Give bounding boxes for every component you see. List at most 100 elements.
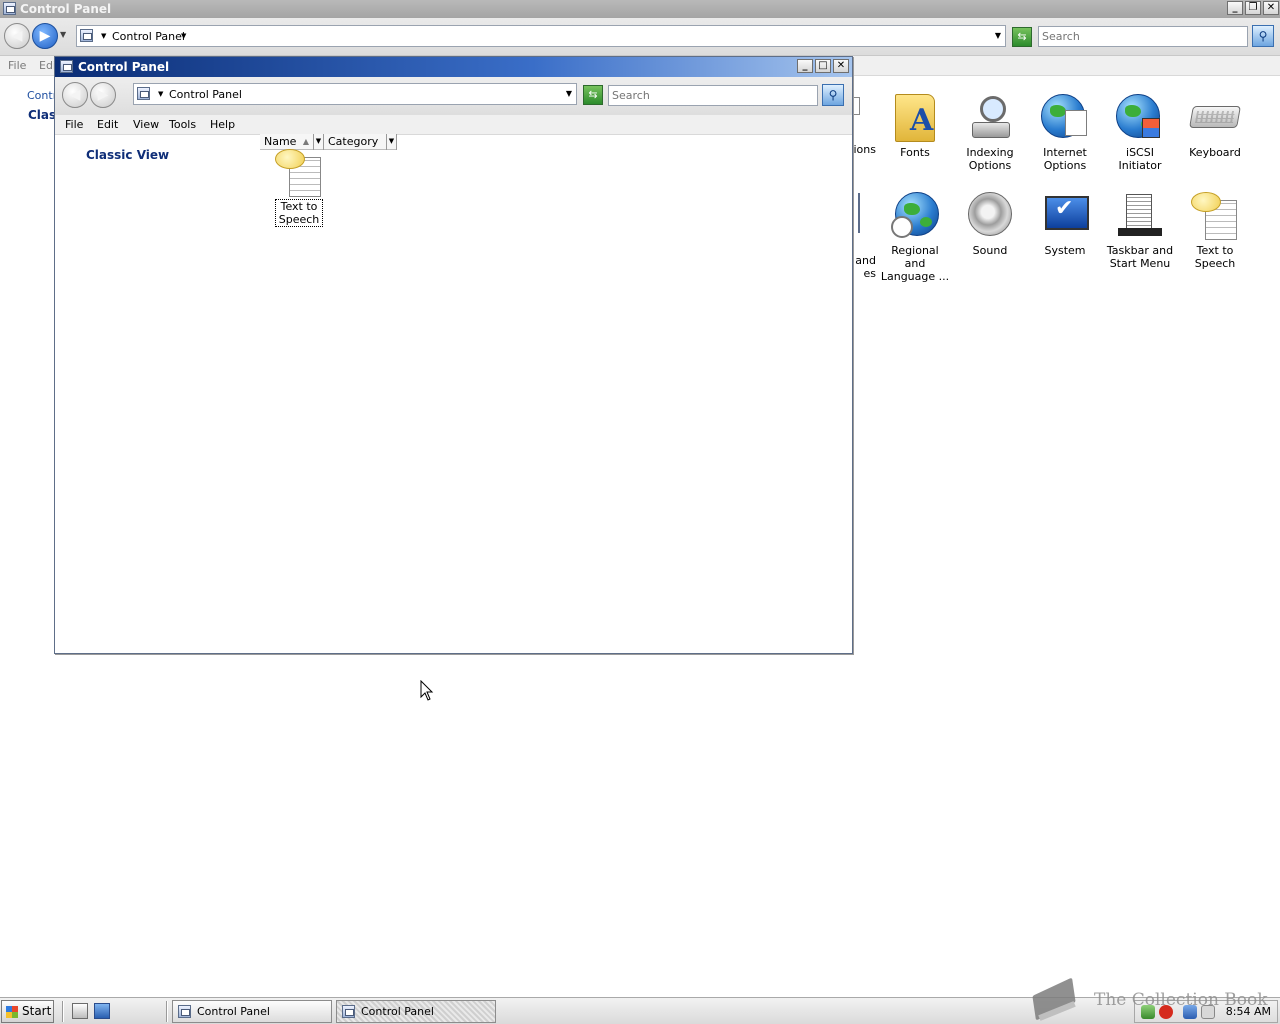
fonts-folder-icon xyxy=(895,94,935,142)
text-to-speech-icon xyxy=(275,149,323,199)
control-panel-icon xyxy=(342,1005,355,1018)
foreground-address-text[interactable]: Control Panel xyxy=(169,88,242,101)
menu-help[interactable]: Help xyxy=(210,118,235,131)
foreground-caption-buttons: _ □ ✕ xyxy=(797,59,849,73)
book-icon xyxy=(1030,980,1080,1020)
close-button[interactable]: ✕ xyxy=(833,59,849,73)
iscsi-initiator-icon xyxy=(1116,94,1164,142)
cp-item-text-to-speech[interactable]: Text to Speech xyxy=(1180,192,1250,270)
foreground-left-pane: Classic View xyxy=(55,136,257,652)
breadcrumb-arrow-icon[interactable]: ▼ xyxy=(101,32,106,40)
breadcrumb-chevron-icon[interactable]: ▼ xyxy=(181,32,186,40)
taskbar-separator xyxy=(166,1001,168,1022)
control-panel-icon xyxy=(60,60,73,73)
control-panel-icon xyxy=(137,87,150,100)
cp-item-taskbar-start-menu[interactable]: Taskbar and Start Menu xyxy=(1105,192,1175,270)
taskbar-button-label: Control Panel xyxy=(197,1005,270,1018)
sound-icon xyxy=(966,192,1014,240)
regional-language-icon xyxy=(891,192,939,240)
cp-item-indexing-options[interactable]: Indexing Options xyxy=(955,94,1025,172)
sort-ascending-icon: ▲ xyxy=(302,137,309,146)
internet-options-icon xyxy=(1041,94,1089,142)
background-address-box[interactable]: ▼ Control Panel ▼ ▼ xyxy=(76,25,1006,47)
speaker-icon xyxy=(968,192,1012,236)
watermark: The Collection Book xyxy=(1030,975,1268,1024)
taskbar-start-menu-icon xyxy=(1116,192,1164,240)
search-icon[interactable]: ⚲ xyxy=(1252,25,1274,47)
foreground-menu-bar: File Edit View Tools Help xyxy=(55,115,852,135)
start-button[interactable]: Start xyxy=(1,1000,54,1023)
classic-view-link[interactable]: Classic View xyxy=(86,148,169,162)
breadcrumb-arrow-icon[interactable]: ▼ xyxy=(158,90,163,98)
recent-pages-dropdown-icon[interactable]: ▼ xyxy=(60,30,66,39)
cp-item-regional-language[interactable]: Regional and Language ... xyxy=(880,192,950,283)
foreground-title-bar[interactable]: Control Panel _ □ ✕ xyxy=(55,57,852,77)
address-dropdown-icon[interactable]: ▼ xyxy=(566,89,572,98)
taskbar-button-control-panel[interactable]: Control Panel xyxy=(172,1000,332,1023)
show-desktop-icon[interactable] xyxy=(94,1003,110,1019)
back-button[interactable]: ◀ xyxy=(4,23,30,49)
control-panel-home-link[interactable]: Contr xyxy=(27,89,57,102)
cp-item-internet-options[interactable]: Internet Options xyxy=(1030,94,1100,172)
menu-file[interactable]: File xyxy=(8,59,26,72)
cp-item-label: Fonts xyxy=(900,146,930,159)
background-address-bar: ◀ ▶ ▼ ▼ Control Panel ▼ ▼ ⇆ ⚲ xyxy=(0,18,1280,56)
minimize-button[interactable]: _ xyxy=(797,59,813,73)
column-header-category-label: Category xyxy=(328,135,379,148)
column-header-category[interactable]: Category xyxy=(324,134,387,150)
address-dropdown-icon[interactable]: ▼ xyxy=(995,31,1001,40)
close-button[interactable]: ✕ xyxy=(1263,1,1279,15)
cp-item-iscsi-initiator[interactable]: iSCSI Initiator xyxy=(1105,94,1175,172)
background-title-bar[interactable]: Control Panel _ ❐ ✕ xyxy=(0,0,1280,18)
cp-item-label: Text to Speech xyxy=(275,199,323,227)
server-manager-icon[interactable] xyxy=(72,1003,88,1019)
cp-item-label: Taskbar and Start Menu xyxy=(1106,244,1174,270)
cp-item-label: and es xyxy=(855,254,876,280)
menu-file[interactable]: File xyxy=(65,118,83,131)
foreground-address-box[interactable]: ▼ Control Panel ▼ xyxy=(133,83,577,105)
minimize-button[interactable]: _ xyxy=(1227,1,1243,15)
background-search-input[interactable] xyxy=(1038,26,1248,47)
back-button[interactable]: ◀ xyxy=(62,82,88,108)
forward-button[interactable]: ▶ xyxy=(90,82,116,108)
taskbar-button-control-panel-active[interactable]: Control Panel xyxy=(336,1000,496,1023)
background-left-pane: Contr Class xyxy=(0,76,63,276)
keyboard-shape xyxy=(1189,106,1241,128)
menu-edit[interactable]: Edit xyxy=(97,118,118,131)
foreground-window: Control Panel _ □ ✕ ◀ ▶ ▼ Control Panel … xyxy=(54,56,853,654)
foreground-search-input[interactable] xyxy=(608,85,818,106)
search-icon[interactable]: ⚲ xyxy=(822,84,844,106)
restore-button[interactable]: ❐ xyxy=(1245,1,1261,15)
control-panel-icon xyxy=(80,29,93,42)
background-address-text[interactable]: Control Panel xyxy=(112,30,185,43)
background-window-title: Control Panel xyxy=(20,2,112,16)
refresh-go-icon[interactable]: ⇆ xyxy=(1012,27,1032,47)
cp-item-label: Text to Speech xyxy=(1194,244,1236,270)
taskbar-button-label: Control Panel xyxy=(361,1005,434,1018)
partial-icon xyxy=(852,193,860,233)
system-icon xyxy=(1041,192,1089,240)
column-header-name-label: Name xyxy=(264,135,297,148)
background-caption-buttons: _ ❐ ✕ xyxy=(1227,1,1279,15)
shield-icon xyxy=(1142,118,1160,138)
maximize-button[interactable]: □ xyxy=(815,59,831,73)
cp-item-label: Internet Options xyxy=(1043,146,1087,172)
cp-item-fonts[interactable]: Fonts xyxy=(880,94,950,159)
menu-view[interactable]: View xyxy=(133,118,159,131)
column-filter-dropdown-icon[interactable]: ▼ xyxy=(314,134,324,150)
cp-item-text-to-speech[interactable]: Text to Speech xyxy=(275,149,323,227)
column-filter-dropdown-icon[interactable]: ▼ xyxy=(387,134,397,150)
cp-item-label: iSCSI Initiator xyxy=(1118,146,1162,172)
foreground-address-bar: ◀ ▶ ▼ Control Panel ▼ ⇆ ⚲ xyxy=(55,77,852,115)
cp-item-sound[interactable]: Sound xyxy=(955,192,1025,257)
menu-tools[interactable]: Tools xyxy=(169,118,196,131)
forward-button[interactable]: ▶ xyxy=(32,23,58,49)
cp-item-label: tions xyxy=(849,143,876,156)
refresh-go-icon[interactable]: ⇆ xyxy=(583,85,603,105)
foreground-search-field[interactable] xyxy=(609,86,817,105)
column-header-name[interactable]: Name ▲ xyxy=(260,134,314,150)
background-search-field[interactable] xyxy=(1039,27,1247,46)
control-panel-icon xyxy=(3,2,16,15)
cp-item-system[interactable]: System xyxy=(1030,192,1100,257)
cp-item-keyboard[interactable]: Keyboard xyxy=(1180,94,1250,159)
